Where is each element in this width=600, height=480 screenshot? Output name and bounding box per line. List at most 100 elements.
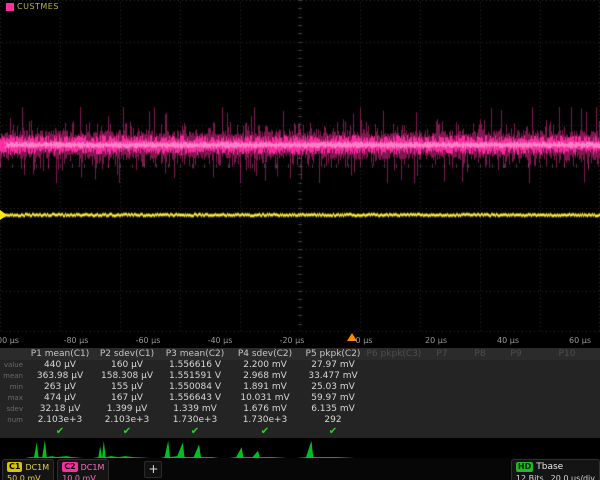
measure-value: 1.556643 V: [160, 393, 230, 404]
measure-value: [498, 382, 534, 393]
measure-value: 1.676 mV: [230, 404, 300, 415]
histicon-p3[interactable]: [158, 438, 222, 458]
measure-value: [366, 371, 422, 382]
time-label: -60 µs: [136, 336, 161, 345]
measure-value: [462, 360, 498, 371]
timebase-descriptor[interactable]: HD Tbase 12 Bits 20.0 µs/div: [511, 459, 600, 480]
row-label: value: [0, 360, 26, 371]
measure-header[interactable]: P7: [422, 348, 462, 360]
measure-value: 2.200 mV: [230, 360, 300, 371]
time-label: 60 µs: [569, 336, 591, 345]
time-label: 20 µs: [425, 336, 447, 345]
measure-header[interactable]: P3 mean(C2): [160, 348, 230, 360]
c1-descriptor[interactable]: C1 DC1M 50.0 mV: [2, 459, 54, 480]
row-label: sdev: [0, 404, 26, 415]
tbase-bits: 12 Bits: [516, 474, 544, 480]
measure-value: [422, 404, 462, 415]
measure-row: sdev32.18 µV1.399 µV1.339 mV1.676 mV6.13…: [0, 404, 600, 415]
measure-status: ✔: [230, 426, 300, 438]
measure-header[interactable]: P10: [534, 348, 600, 360]
measure-status: ✔: [94, 426, 160, 438]
histicon-p5[interactable]: [294, 438, 358, 458]
row-label: min: [0, 382, 26, 393]
measure-status: [534, 426, 600, 438]
measure-value: [462, 404, 498, 415]
tbase-scale: 20.0 µs/div: [551, 474, 595, 480]
measure-value: [366, 393, 422, 404]
measure-value: 1.891 mV: [230, 382, 300, 393]
measure-value: 1.339 mV: [160, 404, 230, 415]
descriptor-bar: C1 DC1M 50.0 mV C2 DC1M 10.0 mV + HD Tba…: [0, 458, 600, 480]
waveform-grid[interactable]: [0, 0, 600, 332]
measure-value: 32.18 µV: [26, 404, 94, 415]
channel-color-chip: [6, 3, 14, 11]
measure-row: min263 µV155 µV1.550084 V1.891 mV25.03 m…: [0, 382, 600, 393]
tbase-label: Tbase: [536, 462, 563, 472]
measure-value: [462, 415, 498, 426]
waveform-canvas[interactable]: [0, 0, 600, 332]
measure-value: 292: [300, 415, 366, 426]
measure-value: [422, 382, 462, 393]
measure-value: [462, 371, 498, 382]
measure-value: [366, 404, 422, 415]
add-trace-button[interactable]: +: [144, 461, 162, 478]
measure-status: ✔: [26, 426, 94, 438]
c1-coupling: DC1M: [25, 463, 49, 472]
c2-chip: C2: [62, 462, 77, 472]
measure-row: mean363.98 µV158.308 µV1.551591 V2.968 m…: [0, 371, 600, 382]
measure-header[interactable]: P9: [498, 348, 534, 360]
measure-status: [462, 426, 498, 438]
histicon-p1[interactable]: [22, 438, 86, 458]
measure-value: [534, 382, 600, 393]
measure-value: 2.103e+3: [26, 415, 94, 426]
c2-descriptor[interactable]: C2 DC1M 10.0 mV: [57, 459, 109, 480]
c1-scale: 50.0 mV: [7, 474, 49, 480]
measure-row: ✔✔✔✔✔: [0, 426, 600, 438]
measure-value: 263 µV: [26, 382, 94, 393]
measure-value: [498, 371, 534, 382]
measure-value: 27.97 mV: [300, 360, 366, 371]
measure-value: [498, 360, 534, 371]
histicon-p2[interactable]: [90, 438, 154, 458]
time-label: -20 µs: [280, 336, 305, 345]
measure-value: [422, 371, 462, 382]
histicon-p4[interactable]: [226, 438, 290, 458]
measure-value: 33.477 mV: [300, 371, 366, 382]
measure-value: [534, 404, 600, 415]
measure-row: P1 mean(C1)P2 sdev(C1)P3 mean(C2)P4 sdev…: [0, 348, 600, 360]
c1-chip: C1: [7, 462, 22, 472]
measure-value: [498, 393, 534, 404]
measure-value: 160 µV: [94, 360, 160, 371]
time-label: -100 µs: [0, 336, 19, 345]
measure-status: [366, 426, 422, 438]
measure-header[interactable]: P1 mean(C1): [26, 348, 94, 360]
c1-offset-marker[interactable]: [0, 210, 7, 220]
measure-table: P1 mean(C1)P2 sdev(C1)P3 mean(C2)P4 sdev…: [0, 348, 600, 438]
measure-value: 440 µV: [26, 360, 94, 371]
row-label: num: [0, 415, 26, 426]
measure-status: [498, 426, 534, 438]
measure-value: 363.98 µV: [26, 371, 94, 382]
measure-status: ✔: [300, 426, 366, 438]
measure-row: num2.103e+32.103e+31.730e+31.730e+3292: [0, 415, 600, 426]
measure-value: 10.031 mV: [230, 393, 300, 404]
measure-header[interactable]: P6 pkpk(C3): [366, 348, 422, 360]
row-label: [0, 426, 26, 438]
measure-header[interactable]: P5 pkpk(C2): [300, 348, 366, 360]
c2-offset-marker[interactable]: [0, 140, 7, 150]
measure-row: value440 µV160 µV1.556616 V2.200 mV27.97…: [0, 360, 600, 371]
measure-value: [498, 415, 534, 426]
measure-value: [534, 415, 600, 426]
top-status: CUSTMES: [6, 2, 59, 11]
measure-value: [422, 393, 462, 404]
time-label: 0 µs: [356, 336, 373, 345]
measure-value: 1.399 µV: [94, 404, 160, 415]
measure-header[interactable]: P2 sdev(C1): [94, 348, 160, 360]
measure-header[interactable]: P8: [462, 348, 498, 360]
measure-value: [366, 415, 422, 426]
hd-badge: HD: [516, 462, 533, 472]
top-status-label: CUSTMES: [17, 2, 59, 11]
measure-header[interactable]: P4 sdev(C2): [230, 348, 300, 360]
histicon-strip: [0, 438, 600, 458]
measure-value: [422, 360, 462, 371]
